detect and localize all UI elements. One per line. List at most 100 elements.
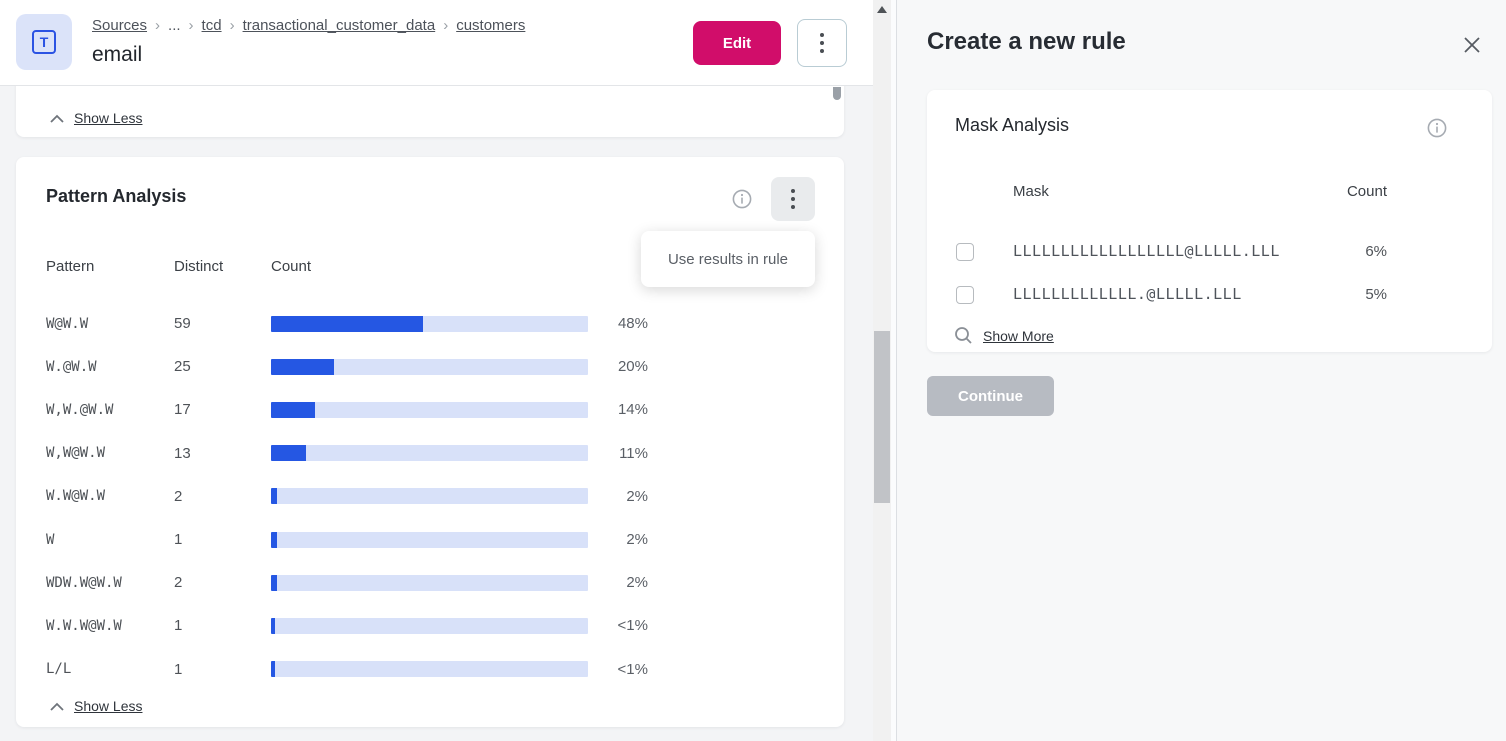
distinct-value: 1 [174, 661, 271, 678]
show-less-label: Show Less [74, 698, 142, 714]
kebab-dropdown-menu: Use results in rule [641, 231, 815, 287]
info-icon[interactable] [732, 189, 752, 209]
mask-analysis-card: Mask Analysis Mask Count LLLLLLLLLLLLLLL… [927, 90, 1492, 352]
column-header-mask: Mask [1013, 183, 1049, 200]
show-more-label: Show More [983, 328, 1054, 344]
column-header-count: Count [271, 258, 588, 275]
show-less-link-top[interactable]: Show Less [50, 110, 142, 126]
count-bar-fill [271, 445, 306, 461]
pattern-value: W,W.@W.W [46, 402, 174, 418]
chevron-right-icon: › [443, 17, 448, 34]
count-bar-fill [271, 661, 275, 677]
count-bar-fill [271, 575, 277, 591]
count-percent: 14% [588, 401, 648, 418]
count-bar-fill [271, 532, 277, 548]
panel-title: Create a new rule [927, 28, 1126, 56]
pattern-value: W@W.W [46, 316, 174, 332]
pattern-table-row: W@W.W5948% [16, 302, 844, 345]
count-bar-track [271, 316, 588, 332]
close-icon[interactable] [1460, 33, 1484, 57]
kebab-icon [791, 189, 795, 209]
distinct-value: 13 [174, 445, 271, 462]
kebab-icon [820, 33, 824, 53]
show-less-link-bottom[interactable]: Show Less [50, 698, 142, 714]
pattern-value: W.@W.W [46, 359, 174, 375]
scrollbar-up-arrow[interactable] [873, 2, 891, 16]
kebab-menu-button[interactable] [771, 177, 815, 221]
distinct-value: 2 [174, 574, 271, 591]
mask-row-checkbox[interactable] [956, 243, 974, 261]
column-header-count: Count [1307, 183, 1387, 200]
pattern-value: W [46, 532, 174, 548]
count-bar-track [271, 402, 588, 418]
pattern-table-row: WDW.W@W.W2 2% [16, 561, 844, 604]
pattern-value: WDW.W@W.W [46, 575, 174, 591]
distinct-value: 2 [174, 488, 271, 505]
breadcrumb-sources[interactable]: Sources [92, 17, 147, 34]
pattern-table-body: W@W.W5948%W.@W.W2520%W,W.@W.W1714%W,W@W.… [16, 302, 844, 691]
pattern-table-row: W.@W.W25 20% [16, 345, 844, 388]
chevron-right-icon: › [155, 17, 160, 34]
pattern-table-row: W,W.@W.W17 14% [16, 388, 844, 431]
count-percent: <1% [588, 661, 648, 678]
breadcrumb-customers[interactable]: customers [456, 17, 525, 34]
distinct-value: 1 [174, 531, 271, 548]
pattern-value: W.W@W.W [46, 488, 174, 504]
mask-count: 5% [1307, 286, 1387, 303]
pattern-value: L/L [46, 661, 174, 677]
count-bar-fill [271, 618, 275, 634]
page-scrollbar-track[interactable] [873, 0, 891, 741]
distinct-value: 17 [174, 401, 271, 418]
mask-value: LLLLLLLLLLLLLLLLLL@LLLLL.LLL [1013, 242, 1280, 260]
pattern-table-row: W.W.W@W.W1 <1% [16, 604, 844, 647]
count-bar-fill [271, 402, 315, 418]
mask-count: 6% [1307, 243, 1387, 260]
count-percent: 2% [588, 531, 648, 548]
count-bar-fill [271, 359, 334, 375]
menu-item-use-results-in-rule[interactable]: Use results in rule [668, 251, 788, 268]
count-bar-fill [271, 488, 277, 504]
info-icon[interactable] [1427, 118, 1447, 138]
count-bar-track [271, 488, 588, 504]
count-bar-track [271, 618, 588, 634]
distinct-value: 25 [174, 358, 271, 375]
page-title: email [92, 43, 142, 67]
count-percent: 20% [588, 358, 648, 375]
show-less-label: Show Less [74, 110, 142, 126]
breadcrumb: Sources › ... › tcd › transactional_cust… [92, 17, 525, 34]
header-kebab-menu-button[interactable] [797, 19, 847, 67]
text-type-icon: T [32, 30, 56, 54]
pattern-table-row: W.W@W.W22% [16, 475, 844, 518]
count-bar-track [271, 359, 588, 375]
count-bar-track [271, 445, 588, 461]
pattern-table-row: W,W@W.W1311% [16, 432, 844, 475]
pattern-analysis-title: Pattern Analysis [46, 186, 186, 207]
continue-button[interactable]: Continue [927, 376, 1054, 416]
column-type-icon: T [16, 14, 72, 70]
count-bar-fill [271, 316, 423, 332]
main-content-pane: Show Less Pattern Analysis Pattern Disti… [0, 0, 873, 741]
mask-row-checkbox[interactable] [956, 286, 974, 304]
distinct-value: 1 [174, 617, 271, 634]
count-percent: <1% [588, 617, 648, 634]
breadcrumb-collapsed[interactable]: ... [168, 17, 181, 34]
create-rule-panel: Create a new rule Mask Analysis Mask Cou… [897, 0, 1506, 741]
search-icon [954, 326, 973, 345]
count-percent: 2% [588, 574, 648, 591]
pattern-table-row: L/L1 <1% [16, 648, 844, 691]
count-bar-track [271, 661, 588, 677]
edit-button[interactable]: Edit [693, 21, 781, 65]
count-bar-track [271, 575, 588, 591]
count-percent: 11% [588, 445, 648, 462]
pattern-value: W.W.W@W.W [46, 618, 174, 634]
page-scrollbar-thumb[interactable] [874, 331, 890, 503]
breadcrumb-dataset[interactable]: transactional_customer_data [243, 17, 436, 34]
pattern-table-row: W1 2% [16, 518, 844, 561]
count-percent: 48% [588, 315, 648, 332]
column-header-distinct: Distinct [174, 258, 271, 275]
mask-analysis-title: Mask Analysis [955, 115, 1069, 136]
show-more-link[interactable]: Show More [954, 326, 1054, 345]
content-scrollbar-thumb[interactable] [833, 87, 841, 100]
breadcrumb-tcd[interactable]: tcd [202, 17, 222, 34]
chevron-up-icon [50, 702, 64, 711]
